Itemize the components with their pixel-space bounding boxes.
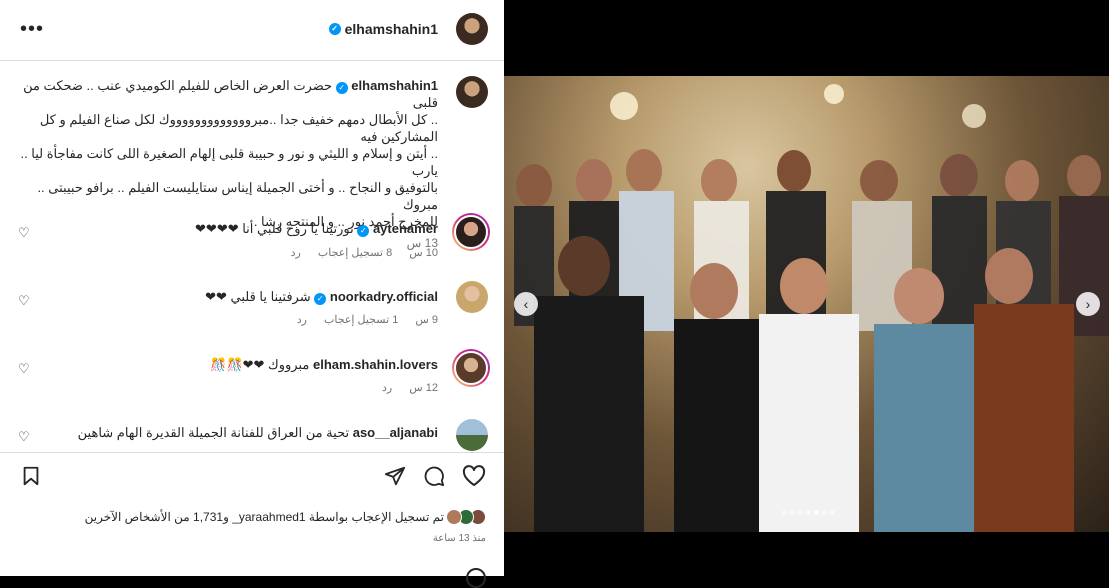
liker-avatars [446, 509, 486, 525]
verified-badge-icon: ✓ [357, 225, 370, 237]
post-info-panel: ••• ✓ elhamshahin1 elhamshahin1 ✓ حضرت ا… [0, 0, 504, 588]
comment-time[interactable]: 10 س [409, 247, 438, 259]
verified-badge-icon: ✓ [314, 293, 327, 305]
comment-text-row: aso__aljanabi تحية من العراق للفنانة الج… [78, 425, 438, 441]
heart-icon[interactable] [462, 465, 486, 493]
comments-scroll-area[interactable]: elhamshahin1 ✓ حضرت العرض الخاص للفيلم ا… [0, 61, 504, 452]
header-avatar[interactable] [456, 13, 488, 45]
carousel-dot [806, 510, 811, 515]
verified-badge-icon: ✓ [328, 23, 341, 35]
carousel-indicator [782, 510, 835, 515]
post-actions-bar: تم تسجيل الإعجاب بواسطة yaraahmed1_ و1,7… [0, 452, 504, 577]
carousel-dot [798, 510, 803, 515]
comment-heart-icon[interactable]: ♡ [18, 429, 30, 445]
comment-username[interactable]: elham.shahin.lovers [313, 357, 438, 372]
carousel-dot-active [814, 510, 819, 515]
comment-meta: 12 س رد [368, 381, 438, 394]
comment-time[interactable]: 12 س [409, 382, 438, 394]
caption-avatar[interactable] [456, 76, 488, 108]
comment-meta: 9 س 1 تسجيل إعجاب رد [283, 313, 438, 326]
comment-likes[interactable]: 8 تسجيل إعجاب [318, 247, 392, 259]
comment-text: مبرووك ❤❤🎊🎊 [210, 357, 310, 372]
carousel-dot [822, 510, 827, 515]
carousel-dot [830, 510, 835, 515]
caption-line: .. كل الأبطال دمهم خفيف جدا ..مبرووووووو… [39, 112, 438, 144]
header-username-row[interactable]: ✓ elhamshahin1 [328, 21, 438, 37]
comment-text-row: noorkadry.official ✓ شرفتينا يا قلبي ❤❤ [205, 289, 438, 305]
chevron-left-icon[interactable]: ‹ [514, 292, 538, 316]
share-icon[interactable] [384, 465, 406, 493]
carousel-dot [790, 510, 795, 515]
likes-summary[interactable]: تم تسجيل الإعجاب بواسطة yaraahmed1_ و1,7… [85, 509, 486, 525]
header-username[interactable]: elhamshahin1 [345, 21, 438, 37]
comment-heart-icon[interactable]: ♡ [18, 361, 30, 377]
comment-text: تحية من العراق للفنانة الجميلة القديرة ا… [77, 425, 350, 440]
comment-heart-icon[interactable]: ♡ [18, 293, 30, 309]
comment-text-row: aytenamer ✓ نورتينا يا روح قلبي أنا ❤❤❤❤ [195, 221, 438, 237]
comment-avatar[interactable] [456, 281, 488, 313]
reply-button[interactable]: رد [382, 382, 392, 394]
comment-username[interactable]: noorkadry.official [330, 289, 438, 304]
comment-time[interactable]: 9 س [415, 314, 438, 326]
reply-button[interactable]: رد [291, 247, 301, 259]
comment-icon[interactable] [423, 465, 445, 493]
caption-line: بالتوفيق و النجاح .. و أختى الجميلة إينا… [37, 180, 438, 212]
post-age[interactable]: منذ 13 ساعة [433, 533, 486, 544]
verified-badge-icon: ✓ [335, 82, 348, 94]
comment-username[interactable]: aso__aljanabi [353, 425, 438, 440]
carousel-dot [782, 510, 787, 515]
more-options-icon[interactable]: ••• [20, 18, 44, 41]
reply-button[interactable]: رد [297, 314, 307, 326]
comment-avatar[interactable] [452, 213, 490, 251]
post-photo[interactable]: ‹ › [504, 76, 1109, 532]
comment-meta: 10 س 8 تسجيل إعجاب رد [277, 246, 438, 259]
chevron-right-icon[interactable]: › [1076, 292, 1100, 316]
comment-username[interactable]: aytenamer [373, 221, 438, 236]
comment-likes[interactable]: 1 تسجيل إعجاب [324, 314, 398, 326]
group-photo-illustration [514, 84, 1109, 532]
comment-avatar[interactable] [452, 349, 490, 387]
emoji-icon[interactable] [466, 568, 486, 588]
comment-avatar[interactable] [456, 419, 488, 451]
caption-username[interactable]: elhamshahin1 [351, 78, 438, 93]
comment-heart-icon[interactable]: ♡ [18, 225, 30, 241]
comment-text: شرفتينا يا قلبي ❤❤ [205, 289, 311, 304]
bookmark-icon[interactable] [20, 465, 42, 493]
comment-text: نورتينا يا روح قلبي أنا ❤❤❤❤ [195, 221, 354, 236]
media-area: ‹ › [504, 0, 1109, 576]
caption-line: .. أيتن و إسلام و الليثي و نور و حبيبة ق… [20, 146, 438, 178]
comment-text-row: elham.shahin.lovers مبرووك ❤❤🎊🎊 [210, 357, 438, 373]
likes-summary-text[interactable]: تم تسجيل الإعجاب بواسطة yaraahmed1_ و1,7… [85, 510, 444, 524]
post-header: ••• ✓ elhamshahin1 [0, 0, 504, 61]
